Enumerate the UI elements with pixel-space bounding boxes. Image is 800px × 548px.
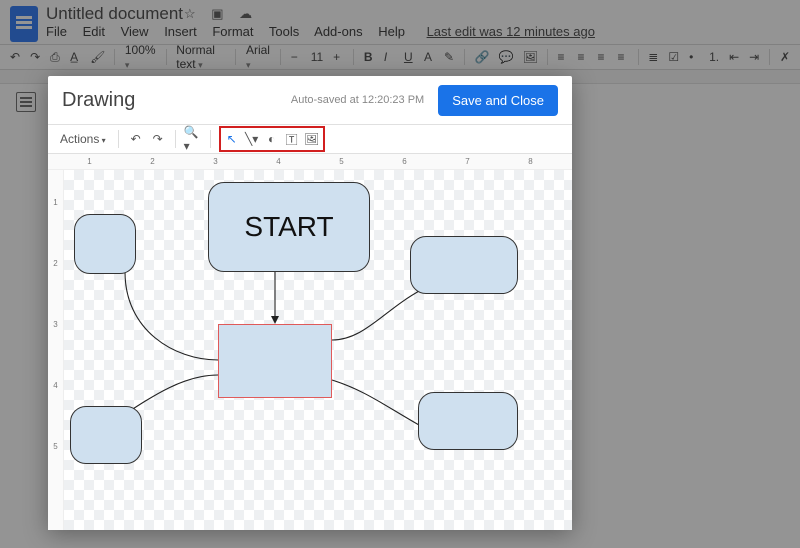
undo-icon[interactable]: ↶ (127, 130, 145, 148)
drawing-toolbar: Actions ↶ ↷ 🔍▾ ↖ ╲▾ ◐ 🅃 🖼 (48, 124, 572, 154)
actions-menu[interactable]: Actions (56, 130, 110, 148)
dialog-title: Drawing (62, 89, 135, 112)
shape-top-left[interactable] (74, 214, 136, 274)
shape-tool-icon[interactable]: ◐ (263, 130, 281, 148)
line-tool-icon[interactable]: ╲▾ (243, 130, 261, 148)
select-tool-icon[interactable]: ↖ (223, 130, 241, 148)
shape-selected[interactable] (218, 324, 332, 398)
shape-bottom-right[interactable] (418, 392, 518, 450)
shape-start[interactable]: START (208, 182, 370, 272)
drawing-canvas[interactable]: START (64, 170, 572, 530)
shape-bottom-left[interactable] (70, 406, 142, 464)
save-and-close-button[interactable]: Save and Close (438, 85, 558, 116)
drawing-dialog: Drawing Auto-saved at 12:20:23 PM Save a… (48, 76, 572, 530)
shape-start-label: START (244, 211, 333, 243)
redo-icon[interactable]: ↷ (149, 130, 167, 148)
autosave-status: Auto-saved at 12:20:23 PM (291, 94, 424, 106)
textbox-tool-icon[interactable]: 🅃 (283, 130, 301, 148)
highlighted-tool-group: ↖ ╲▾ ◐ 🅃 🖼 (219, 126, 325, 152)
zoom-icon[interactable]: 🔍▾ (184, 130, 202, 148)
image-tool-icon[interactable]: 🖼 (303, 130, 321, 148)
drawing-ruler-h: 1 2 3 4 5 6 7 8 (48, 154, 572, 170)
drawing-ruler-v: 1 2 3 4 5 (48, 170, 64, 530)
shape-top-right[interactable] (410, 236, 518, 294)
